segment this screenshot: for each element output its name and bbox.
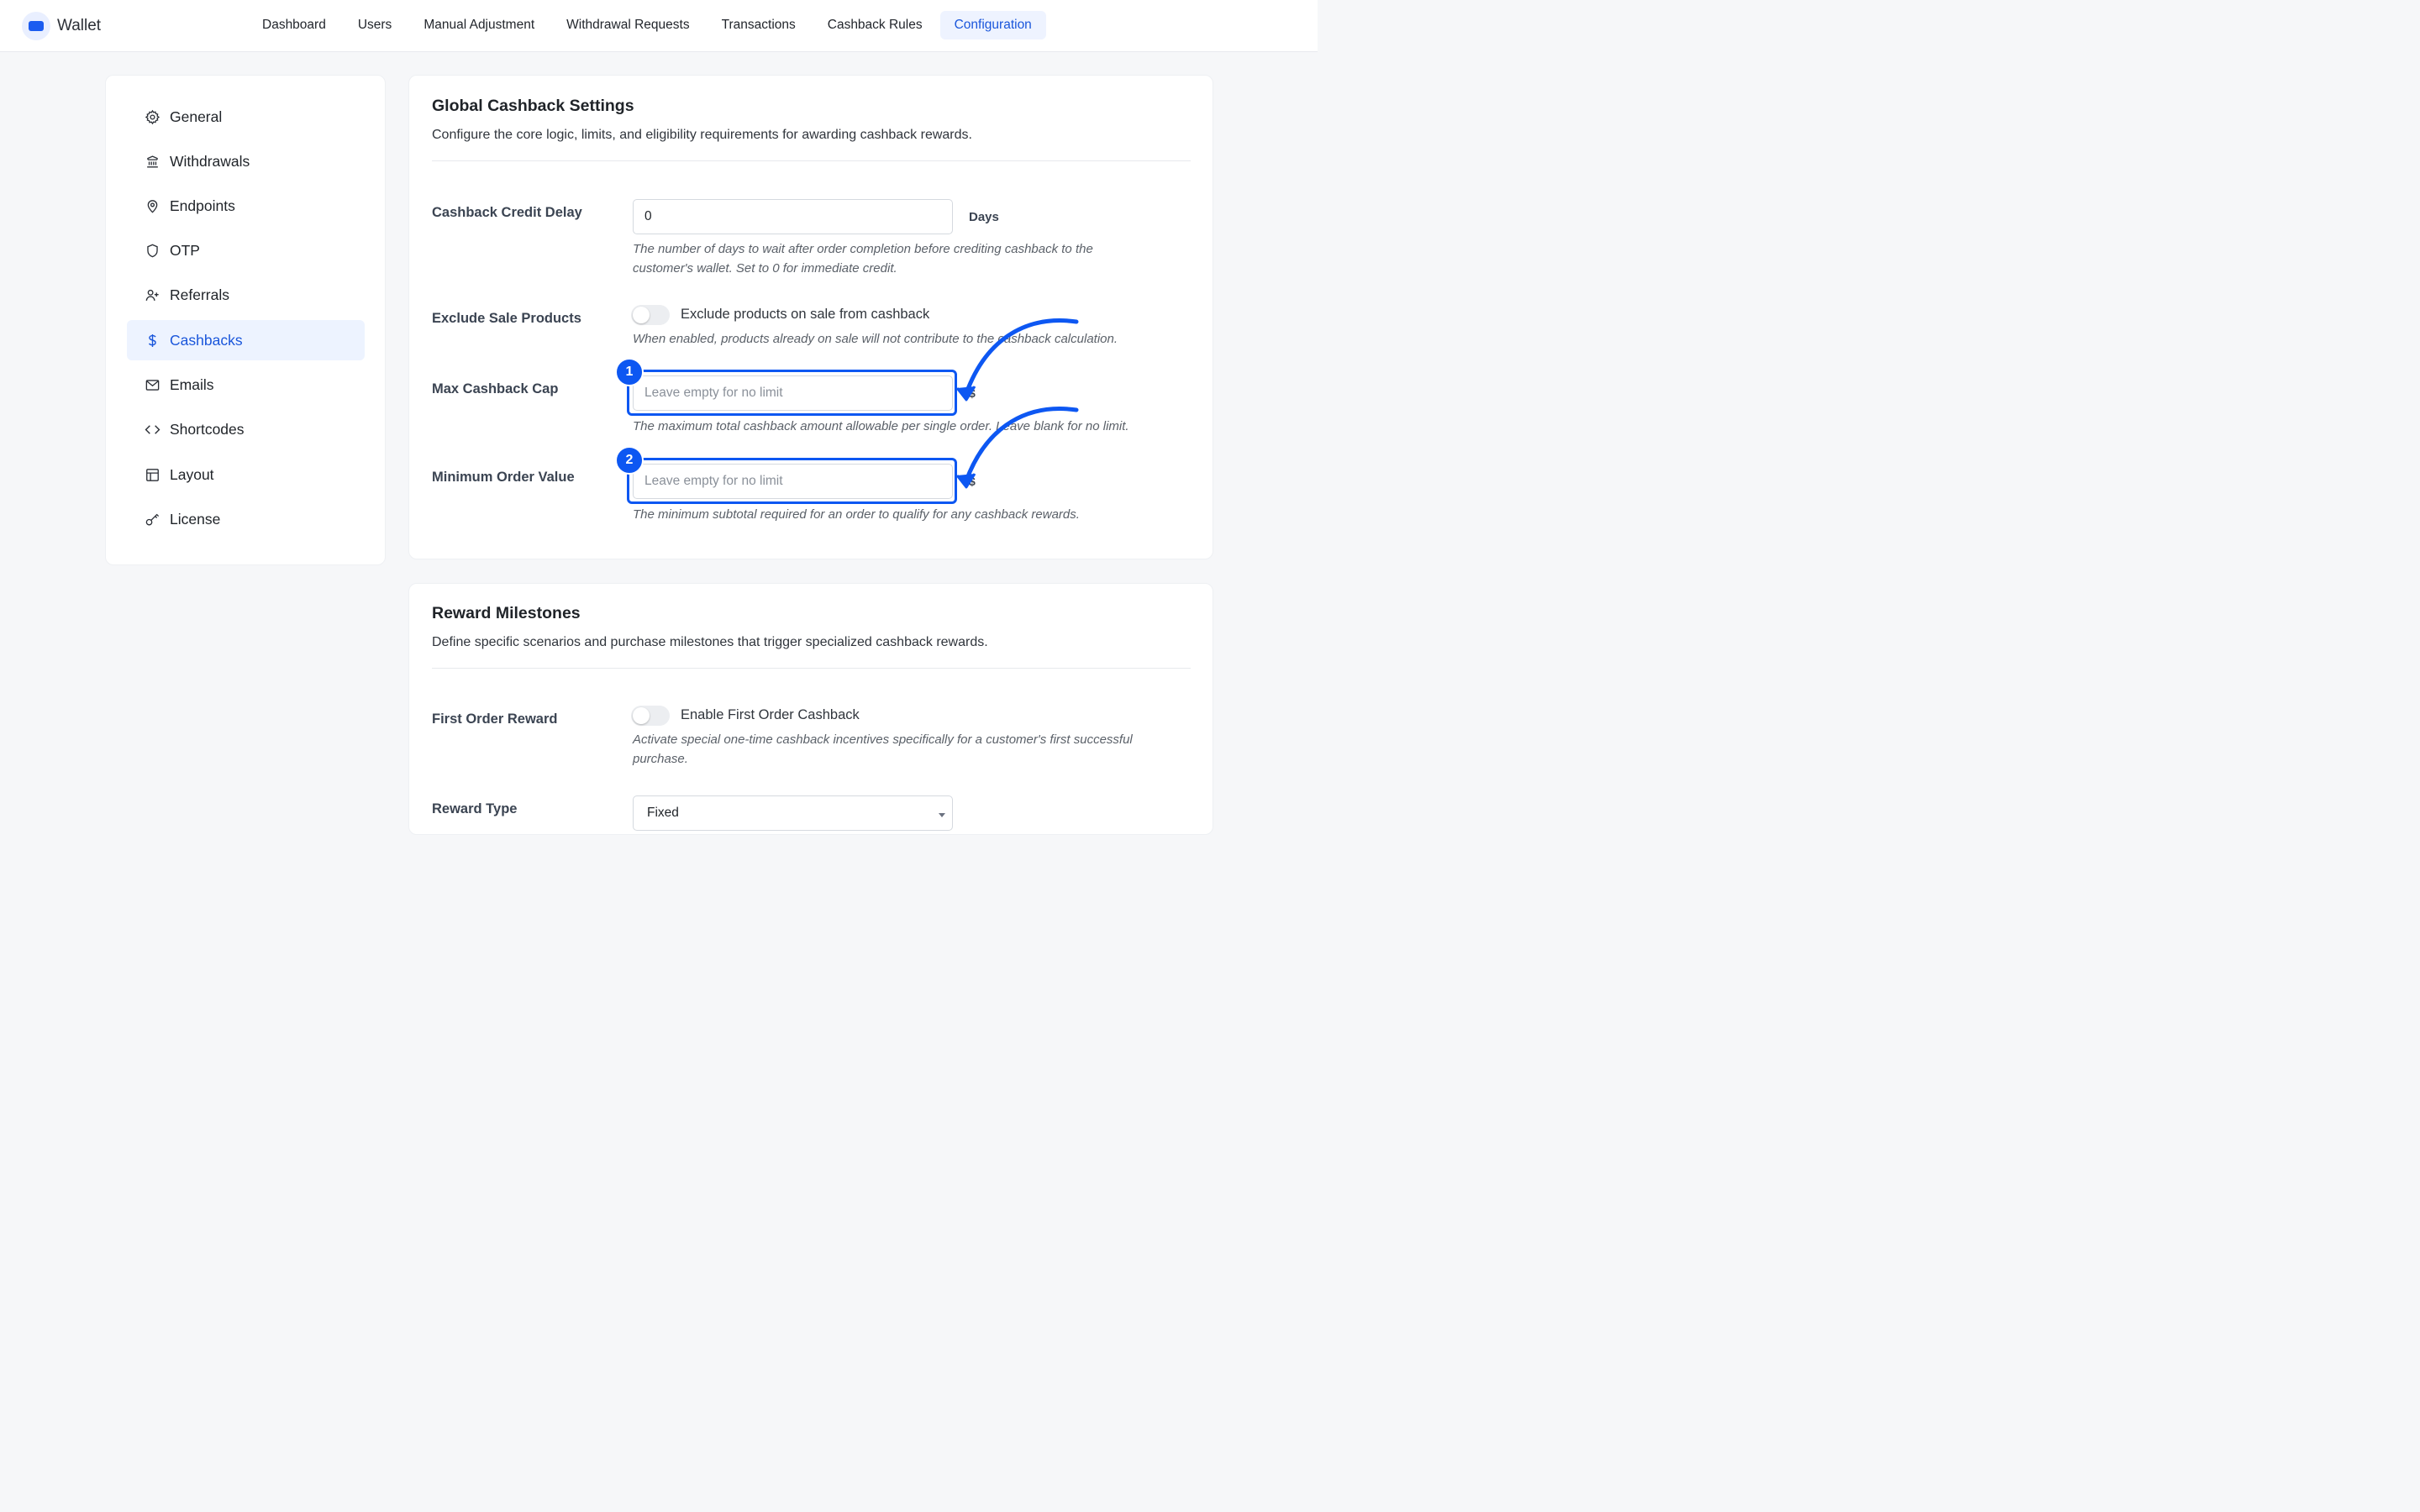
sidebar-item-emails[interactable]: Emails [127, 365, 365, 405]
mail-icon [144, 376, 160, 393]
first-order-label: First Order Reward [432, 711, 558, 727]
max-cap-help: The maximum total cashback amount allowa… [633, 419, 1129, 433]
sidebar-item-referrals[interactable]: Referrals [127, 275, 365, 315]
sidebar-item-label: Layout [170, 465, 214, 483]
credit-delay-help-1: The number of days to wait after order c… [633, 242, 1093, 256]
nav-users[interactable]: Users [344, 11, 406, 39]
min-order-help: The minimum subtotal required for an ord… [633, 507, 1080, 522]
key-icon [144, 511, 160, 528]
sidebar-item-label: Withdrawals [170, 152, 250, 170]
min-order-currency-suffix: $ [969, 475, 976, 488]
min-order-label: Minimum Order Value [432, 470, 575, 485]
first-order-help-1: Activate special one-time cashback incen… [633, 732, 1133, 747]
step-badge-1: 1 [615, 358, 644, 386]
nav-withdrawal-requests[interactable]: Withdrawal Requests [552, 11, 703, 39]
exclude-sale-toggle[interactable] [631, 305, 670, 325]
reward-type-value: Fixed [647, 806, 679, 820]
sidebar-item-cashbacks[interactable]: Cashbacks [127, 320, 365, 360]
sidebar-item-label: Shortcodes [170, 420, 245, 438]
max-cap-currency-suffix: $ [969, 386, 976, 400]
sidebar-item-label: Cashbacks [170, 331, 243, 349]
brand[interactable]: Wallet [22, 12, 101, 40]
code-icon [144, 421, 160, 438]
step-badge-2: 2 [615, 446, 644, 475]
nav-dashboard[interactable]: Dashboard [248, 11, 340, 39]
exclude-sale-toggle-label: Exclude products on sale from cashback [681, 307, 930, 322]
sidebar-item-withdrawals[interactable]: Withdrawals [127, 141, 365, 181]
user-plus-icon [144, 286, 160, 303]
top-bar: Wallet Dashboard Users Manual Adjustment… [0, 0, 1318, 52]
map-pin-icon [144, 197, 160, 214]
sidebar-item-label: Emails [170, 375, 214, 393]
bank-icon [144, 153, 160, 170]
divider [432, 668, 1191, 669]
main-nav: Dashboard Users Manual Adjustment Withdr… [248, 11, 1050, 39]
section-description: Configure the core logic, limits, and el… [432, 128, 972, 142]
reward-milestones-card: Reward Milestones Define specific scenar… [408, 583, 1213, 835]
nav-configuration[interactable]: Configuration [939, 11, 1046, 39]
chevron-down-icon [939, 813, 945, 817]
reward-type-label: Reward Type [432, 801, 518, 816]
gear-icon [144, 108, 160, 125]
section-description: Define specific scenarios and purchase m… [432, 635, 988, 649]
credit-delay-label: Cashback Credit Delay [432, 205, 582, 220]
days-suffix: Days [969, 210, 999, 224]
shield-icon [144, 242, 160, 259]
reward-type-select[interactable]: Fixed [633, 795, 953, 831]
sidebar-item-otp[interactable]: OTP [127, 230, 365, 270]
first-order-toggle-label: Enable First Order Cashback [681, 707, 860, 722]
nav-transactions[interactable]: Transactions [708, 11, 810, 39]
section-title: Global Cashback Settings [432, 97, 634, 115]
app-name: Wallet [57, 17, 102, 34]
sidebar-item-shortcodes[interactable]: Shortcodes [127, 409, 365, 449]
first-order-help-2: purchase. [633, 752, 688, 766]
nav-cashback-rules[interactable]: Cashback Rules [813, 11, 937, 39]
sidebar-item-license[interactable]: License [127, 499, 365, 539]
dollar-icon [144, 332, 160, 349]
section-title: Reward Milestones [432, 604, 581, 622]
sidebar-item-general[interactable]: General [127, 97, 365, 137]
sidebar-item-label: License [170, 510, 221, 528]
sidebar-item-label: General [170, 108, 223, 125]
max-cap-input[interactable] [633, 375, 953, 411]
credit-delay-input[interactable] [633, 199, 953, 234]
sidebar-item-label: OTP [170, 241, 200, 259]
exclude-sale-label: Exclude Sale Products [432, 311, 581, 326]
first-order-toggle[interactable] [631, 706, 670, 726]
nav-manual-adjustment[interactable]: Manual Adjustment [409, 11, 549, 39]
global-settings-card: Global Cashback Settings Configure the c… [408, 75, 1213, 559]
divider [432, 160, 1191, 161]
exclude-sale-help: When enabled, products already on sale w… [633, 332, 1118, 346]
layout-icon [144, 466, 160, 483]
max-cap-label: Max Cashback Cap [432, 381, 559, 396]
sidebar-item-layout[interactable]: Layout [127, 454, 365, 495]
settings-sidebar: General Withdrawals Endpoints OTP Referr… [105, 75, 386, 565]
credit-delay-help-2: customer's wallet. Set to 0 for immediat… [633, 261, 897, 276]
wallet-logo-icon [22, 12, 50, 40]
min-order-input[interactable] [633, 464, 953, 499]
sidebar-item-label: Referrals [170, 286, 229, 303]
sidebar-item-label: Endpoints [170, 197, 235, 214]
sidebar-item-endpoints[interactable]: Endpoints [127, 186, 365, 226]
